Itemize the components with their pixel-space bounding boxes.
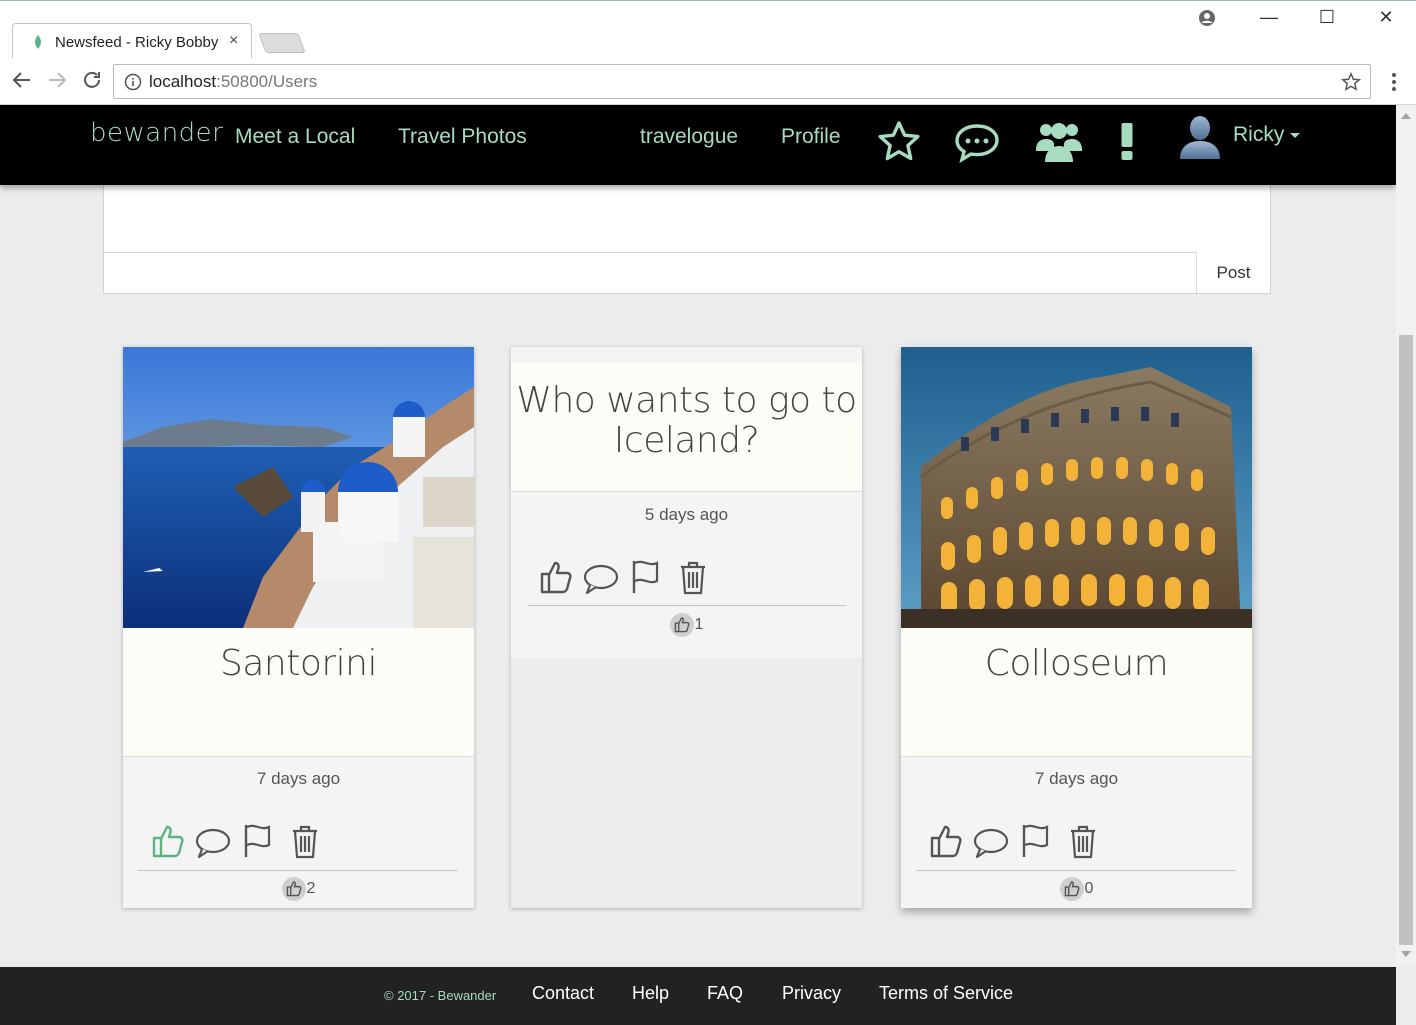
browser-titlebar: Newsfeed - Ricky Bobby × — ☐ ✕ bbox=[0, 0, 1416, 59]
avatar[interactable] bbox=[1178, 113, 1222, 159]
comment-icon[interactable] bbox=[195, 827, 231, 864]
card-divider bbox=[916, 870, 1236, 871]
like-count: 0 bbox=[901, 877, 1252, 901]
post-card-santorini: Santorini 7 days ago 2 bbox=[123, 347, 474, 908]
address-bar[interactable]: localhost:50800/Users bbox=[113, 64, 1371, 99]
card-divider bbox=[138, 870, 458, 871]
post-card-colloseum: Colloseum 7 days ago 0 bbox=[901, 347, 1252, 908]
card-title: Who wants to go to Iceland? bbox=[516, 380, 857, 461]
thumbs-up-icon[interactable] bbox=[151, 823, 185, 864]
card-timestamp: 7 days ago bbox=[256, 769, 341, 788]
profile-icon[interactable] bbox=[1198, 9, 1216, 27]
card-divider bbox=[528, 605, 846, 606]
back-icon[interactable] bbox=[10, 68, 34, 92]
like-badge-icon bbox=[1059, 877, 1084, 901]
footer-link-help[interactable]: Help bbox=[632, 983, 669, 1004]
nav-travel-photos[interactable]: Travel Photos bbox=[398, 125, 527, 149]
like-count: 1 bbox=[511, 613, 862, 637]
post-composer: Post bbox=[103, 185, 1271, 294]
user-menu[interactable]: Ricky bbox=[1233, 123, 1301, 147]
post-card-iceland: Who wants to go to Iceland? 5 days ago 1 bbox=[511, 347, 862, 908]
card-timestamp: 7 days ago bbox=[1034, 769, 1119, 788]
santorini-photo[interactable] bbox=[123, 347, 474, 628]
bookmark-star-icon[interactable] bbox=[1340, 71, 1362, 93]
minimize-icon[interactable]: — bbox=[1257, 7, 1281, 28]
card-title-area: Santorini bbox=[123, 628, 474, 757]
browser-tab[interactable]: Newsfeed - Ricky Bobby × bbox=[12, 23, 252, 59]
nav-profile[interactable]: Profile bbox=[781, 125, 841, 149]
card-title: Santorini bbox=[220, 643, 378, 684]
comment-icon[interactable] bbox=[583, 563, 619, 600]
browser-toolbar: localhost:50800/Users bbox=[0, 58, 1416, 105]
nav-meet-a-local[interactable]: Meet a Local bbox=[235, 125, 355, 149]
like-count-value: 2 bbox=[306, 880, 316, 898]
scroll-up-icon[interactable] bbox=[1401, 113, 1411, 119]
card-timestamp: 5 days ago bbox=[644, 505, 729, 524]
flag-icon[interactable] bbox=[1021, 823, 1057, 864]
user-name: Ricky bbox=[1233, 123, 1285, 146]
thumbs-up-icon[interactable] bbox=[929, 823, 963, 864]
copyright-text: © 2017 - Bewander bbox=[384, 988, 497, 1003]
page-scrollbar[interactable] bbox=[1396, 105, 1416, 965]
colloseum-photo[interactable] bbox=[901, 347, 1252, 628]
forward-icon[interactable] bbox=[45, 68, 69, 92]
close-window-icon[interactable]: ✕ bbox=[1374, 7, 1398, 28]
like-badge-icon bbox=[281, 877, 306, 901]
card-title: Colloseum bbox=[984, 643, 1169, 684]
star-icon[interactable] bbox=[877, 120, 921, 162]
alert-icon[interactable] bbox=[1118, 121, 1136, 161]
tab-title: Newsfeed - Ricky Bobby bbox=[55, 34, 219, 51]
chat-icon[interactable] bbox=[954, 123, 1000, 163]
group-icon[interactable] bbox=[1034, 119, 1084, 163]
caret-down-icon bbox=[1290, 132, 1301, 138]
flag-icon[interactable] bbox=[631, 559, 667, 600]
footer-link-terms[interactable]: Terms of Service bbox=[879, 983, 1013, 1004]
like-count-value: 0 bbox=[1084, 880, 1094, 898]
new-tab-button[interactable] bbox=[258, 33, 306, 53]
brand-logo[interactable]: bewander bbox=[90, 118, 223, 148]
trash-icon[interactable] bbox=[1069, 825, 1097, 864]
nav-travelogue[interactable]: travelogue bbox=[640, 125, 738, 149]
footer-link-faq[interactable]: FAQ bbox=[707, 983, 743, 1004]
like-count: 2 bbox=[123, 877, 474, 901]
post-textarea[interactable] bbox=[104, 185, 1270, 252]
thumbs-up-icon[interactable] bbox=[539, 559, 573, 600]
footer-link-privacy[interactable]: Privacy bbox=[782, 983, 841, 1004]
like-count-value: 1 bbox=[694, 616, 704, 634]
post-button[interactable]: Post bbox=[1196, 252, 1270, 293]
reload-icon[interactable] bbox=[80, 68, 104, 92]
site-navbar: bewander Meet a Local Travel Photos trav… bbox=[0, 105, 1396, 185]
card-title-area: Who wants to go to Iceland? bbox=[511, 363, 862, 492]
footer-link-contact[interactable]: Contact bbox=[532, 983, 594, 1004]
scroll-thumb[interactable] bbox=[1399, 335, 1413, 945]
favicon-icon bbox=[35, 35, 41, 49]
url-text: localhost:50800/Users bbox=[149, 72, 318, 91]
site-footer: © 2017 - Bewander Contact Help FAQ Priva… bbox=[0, 967, 1396, 1025]
tab-close-icon[interactable]: × bbox=[229, 32, 238, 50]
flag-icon[interactable] bbox=[243, 823, 279, 864]
info-icon[interactable] bbox=[124, 73, 142, 91]
post-input[interactable] bbox=[104, 253, 1196, 293]
trash-icon[interactable] bbox=[291, 825, 319, 864]
page-viewport: bewander Meet a Local Travel Photos trav… bbox=[0, 105, 1396, 1025]
trash-icon[interactable] bbox=[679, 561, 707, 600]
menu-kebab-icon[interactable] bbox=[1386, 70, 1402, 94]
like-badge-icon bbox=[669, 613, 694, 637]
scroll-down-icon[interactable] bbox=[1401, 951, 1411, 957]
card-title-area: Colloseum bbox=[901, 628, 1252, 757]
comment-icon[interactable] bbox=[973, 827, 1009, 864]
maximize-icon[interactable]: ☐ bbox=[1315, 7, 1339, 28]
